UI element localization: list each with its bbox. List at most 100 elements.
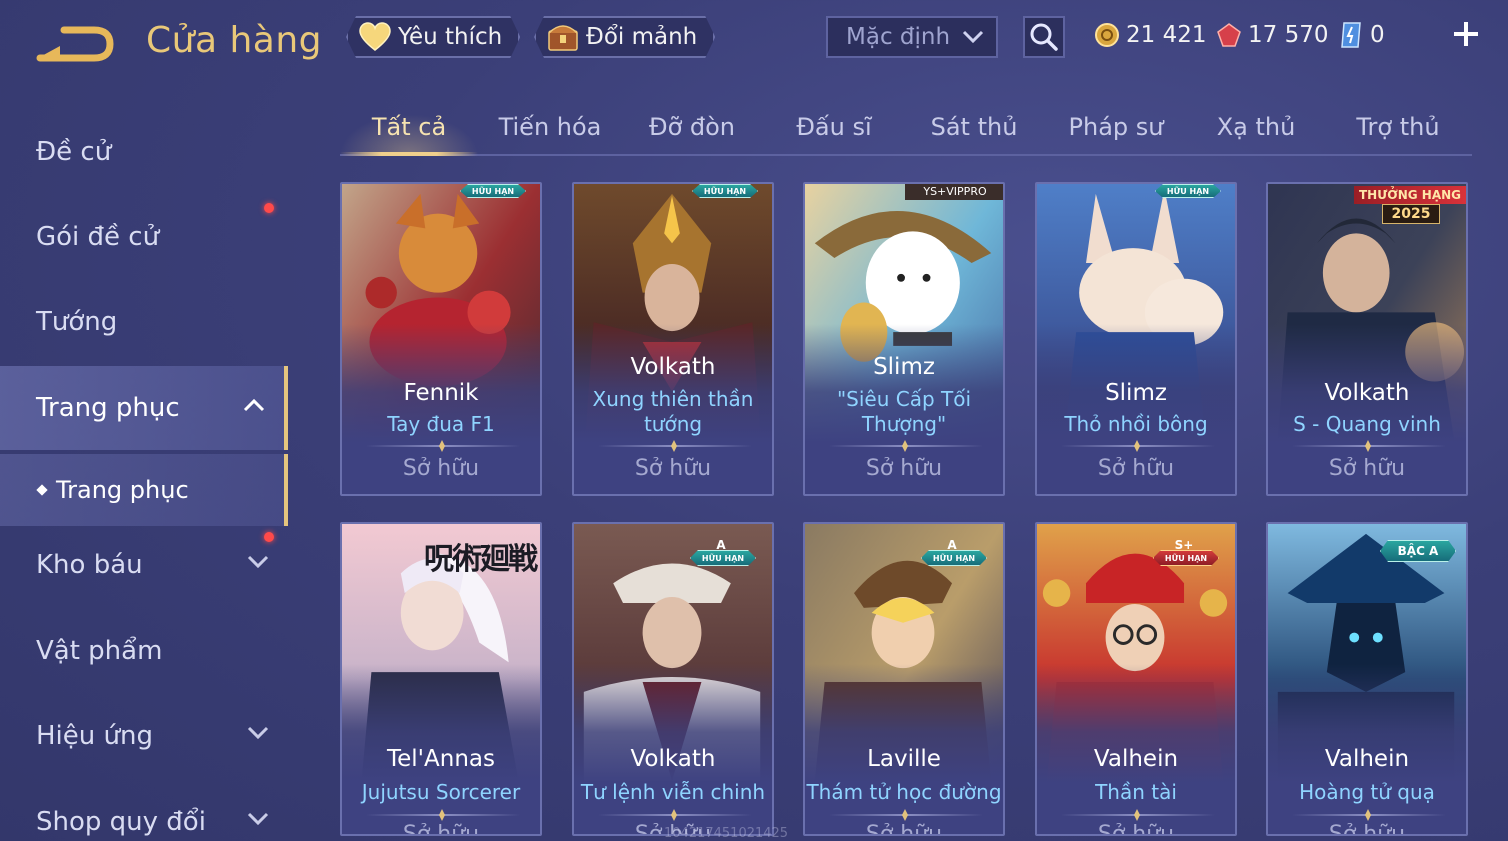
search-button[interactable] [1023, 16, 1065, 58]
hero-name: Volkath [630, 354, 716, 380]
skin-card[interactable]: S+ HỮU HẠN Valhein Thần tài Sở hữu [1035, 522, 1237, 836]
sidebar-item-recommended-packs[interactable]: Gói đề cử [0, 195, 288, 279]
sidebar-subitem-skins[interactable]: Trang phục [0, 454, 288, 526]
gem-value: 17 570 [1248, 22, 1329, 48]
chevron-down-icon [247, 726, 269, 740]
skin-card[interactable]: HỮU HẠN Slimz Thỏ nhồi bông Sở hữu [1035, 182, 1237, 496]
skin-card[interactable]: HỮU HẠN Fennik Tay đua F1 Sở hữu [340, 182, 542, 496]
chevron-down-icon [247, 812, 269, 826]
blue-voucher-icon [1341, 22, 1361, 48]
sidebar-item-label: Đề cử [36, 137, 112, 167]
plus-icon [1454, 22, 1478, 46]
skin-card[interactable]: HỮU HẠN Volkath Xung thiên thần tướng Sở… [572, 182, 774, 496]
sort-value: Mặc định [846, 24, 951, 50]
ownership-status: Sở hữu [634, 456, 712, 481]
skin-card[interactable]: A HỮU HẠN Volkath Tư lệnh viễn chinh Sở … [572, 522, 774, 836]
tab-tank[interactable]: Đỡ đòn [624, 104, 760, 154]
voucher-value: 0 [1370, 22, 1385, 48]
hero-name: Volkath [1324, 380, 1410, 406]
skin-card[interactable]: THƯỞNG HẠNG 2025 Volkath S - Quang vinh … [1266, 182, 1468, 496]
gem-balance: 17 570 [1216, 18, 1328, 52]
skin-card[interactable]: A HỮU HẠN Laville Thám tử học đường Sở h… [803, 522, 1005, 836]
skin-name-line1: Xung thiên thần [592, 387, 754, 411]
heart-icon [358, 22, 392, 52]
add-currency-button[interactable] [1448, 16, 1484, 52]
ownership-status: Sở hữu [1097, 822, 1175, 836]
hero-name: Slimz [1105, 380, 1167, 406]
favorites-button[interactable]: Yêu thích [346, 16, 520, 58]
sidebar-item-label: Trang phục [36, 393, 180, 423]
sidebar-item-label: Kho báu [36, 550, 143, 580]
artwork-title: 呪術廻戦 [424, 542, 538, 577]
skin-name-line2: Thượng" [861, 412, 947, 436]
skin-name: Thần tài [1095, 780, 1177, 804]
sort-dropdown[interactable]: Mặc định [826, 16, 998, 58]
exchange-shards-button[interactable]: Đổi mảnh [534, 16, 715, 58]
chevron-down-icon [962, 30, 984, 44]
skin-card[interactable]: BẬC A Valhein Hoàng tử quạ Sở hữu [1266, 522, 1468, 836]
active-tab-indicator [340, 152, 478, 156]
sidebar-item-skins[interactable]: Trang phục [0, 366, 288, 450]
tab-assassin[interactable]: Sát thủ [906, 104, 1042, 154]
tab-all[interactable]: Tất cả [340, 104, 478, 154]
sidebar-item-label: Shop quy đổi [36, 807, 206, 837]
limited-badge: HỮU HẠN [690, 550, 756, 566]
sidebar-item-exchange-shop[interactable]: Shop quy đổi [0, 780, 288, 841]
search-icon [1030, 23, 1058, 51]
ownership-status: Sở hữu [1328, 456, 1406, 481]
ownership-status: Sở hữu [402, 456, 480, 481]
ownership-status: Sở hữu [402, 822, 480, 836]
chevron-up-icon [243, 398, 265, 412]
hero-name: Valhein [1093, 746, 1179, 772]
back-button[interactable] [34, 22, 116, 66]
notification-dot [264, 203, 274, 213]
sidebar-item-treasure[interactable]: Kho báu [0, 523, 288, 607]
notification-dot [264, 532, 274, 542]
hero-name: Valhein [1324, 746, 1410, 772]
sidebar-item-items[interactable]: Vật phẩm [0, 609, 288, 693]
sidebar-item-heroes[interactable]: Tướng [0, 280, 288, 364]
voucher-balance: 0 [1338, 18, 1385, 52]
rank-reward-label: THƯỞNG HẠNG [1354, 186, 1466, 204]
tab-fighter[interactable]: Đấu sĩ [766, 104, 902, 154]
skin-name-line2: tướng [643, 412, 703, 436]
skin-name-line1: "Siêu Cấp Tối [836, 387, 972, 411]
ownership-status: Sở hữu [865, 822, 943, 836]
ownership-status: Sở hữu [1097, 456, 1175, 481]
back-arrow-icon [36, 26, 114, 62]
hero-name: Volkath [630, 746, 716, 772]
rank-reward-banner: THƯỞNG HẠNG 2025 [1354, 186, 1466, 230]
skin-name: Jujutsu Sorcerer [361, 780, 521, 804]
sidebar-item-label: Gói đề cử [36, 222, 160, 252]
ownership-status: Sở hữu [865, 456, 943, 481]
skin-name: Thám tử học đường [806, 780, 1002, 804]
tab-evolution[interactable]: Tiến hóa [482, 104, 618, 154]
diamond-bullet-icon [36, 484, 48, 496]
sidebar-item-label: Hiệu ứng [36, 721, 153, 751]
hero-name: Slimz [873, 354, 935, 380]
treasure-chest-icon [546, 22, 580, 52]
category-tabs: Tất cả Tiến hóa Đỡ đòn Đấu sĩ Sát thủ Ph… [340, 104, 1472, 156]
tab-mage[interactable]: Pháp sư [1048, 104, 1184, 154]
page-title: Cửa hàng [146, 20, 323, 61]
skin-grid: HỮU HẠN Fennik Tay đua F1 Sở hữu HỮU HẠN… [340, 182, 1472, 841]
gold-balance: 21 421 [1094, 18, 1206, 52]
skin-name: Thỏ nhồi bông [1064, 412, 1208, 436]
skin-card[interactable]: 呪術廻戦 Tel'Annas Jujutsu Sorcerer Sở hữu [340, 522, 542, 836]
sidebar-item-recommended[interactable]: Đề cử [0, 110, 288, 194]
tab-marksman[interactable]: Xạ thủ [1188, 104, 1324, 154]
rank-reward-year: 2025 [1382, 204, 1440, 224]
gold-coin-icon [1095, 23, 1119, 47]
favorites-label: Yêu thích [398, 24, 503, 50]
limited-badge: HỮU HẠN [921, 550, 987, 566]
tab-support[interactable]: Trợ thủ [1330, 104, 1466, 154]
sidebar-item-effects[interactable]: Hiệu ứng [0, 694, 288, 778]
limited-badge: HỮU HẠN [1153, 550, 1219, 566]
chevron-down-icon [247, 555, 269, 569]
skin-name: Tay đua F1 [387, 412, 495, 436]
skin-card[interactable]: YS+VIPPRO Slimz "Siêu Cấp Tối Thượng" Sở… [803, 182, 1005, 496]
sidebar-item-label: Tướng [36, 307, 118, 337]
exchange-label: Đổi mảnh [586, 24, 698, 50]
red-gem-icon [1217, 23, 1241, 47]
ownership-status: Sở hữu [1328, 822, 1406, 836]
